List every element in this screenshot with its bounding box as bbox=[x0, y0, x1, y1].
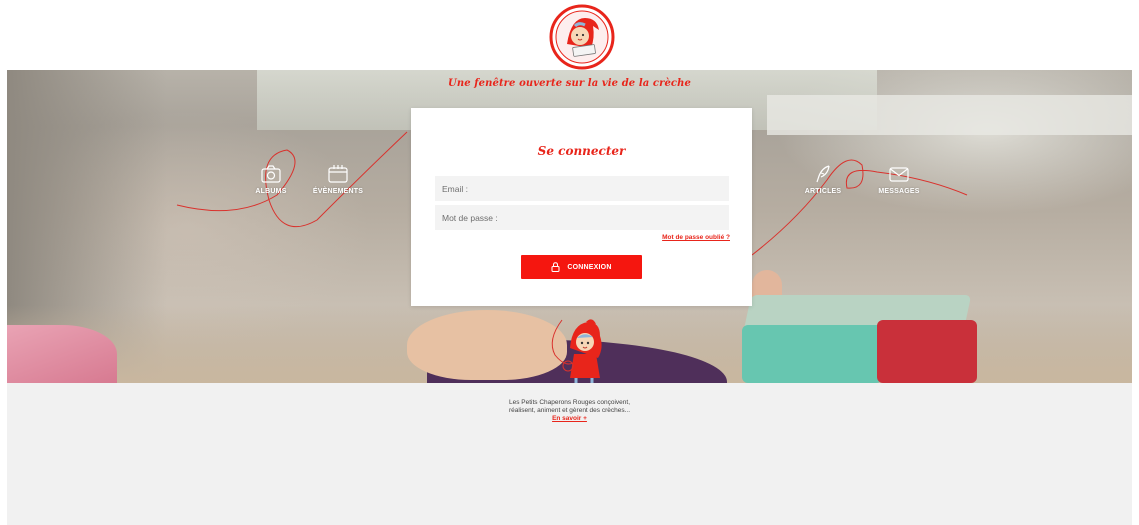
hero-tagline: Une fenêtre ouverte sur la vie de la crè… bbox=[448, 78, 691, 89]
login-title: Se connecter bbox=[537, 144, 626, 158]
forgot-password-link[interactable]: Mot de passe oublié ? bbox=[662, 234, 730, 241]
login-button[interactable]: CONNEXION bbox=[521, 255, 642, 279]
email-field[interactable] bbox=[435, 176, 729, 201]
password-field[interactable] bbox=[435, 205, 729, 230]
footer-line-2: réalisent, animent et gèrent des crèches… bbox=[508, 407, 631, 414]
nav-item-articles[interactable]: ARTICLES bbox=[788, 164, 858, 195]
learn-more-link[interactable]: En savoir + bbox=[552, 415, 587, 423]
brand-logo[interactable] bbox=[549, 4, 615, 70]
footer-description: Les Petits Chaperons Rouges conçoivent, … bbox=[7, 399, 1132, 423]
petits-chaperons-rouges-logo-icon bbox=[549, 4, 615, 70]
nav-item-messages[interactable]: MESSAGES bbox=[864, 164, 934, 195]
nav-label-albums: ALBUMS bbox=[255, 188, 287, 195]
footer-section: Les Petits Chaperons Rouges conçoivent, … bbox=[7, 383, 1132, 525]
mascot-illustration bbox=[562, 318, 606, 389]
calendar-icon bbox=[328, 165, 348, 183]
footer-line-1: Les Petits Chaperons Rouges conçoivent, bbox=[508, 399, 631, 406]
nav-label-articles: ARTICLES bbox=[804, 188, 842, 195]
login-card: Se connecter Mot de passe oublié ? CONNE… bbox=[411, 108, 752, 306]
nav-label-messages: MESSAGES bbox=[878, 188, 920, 195]
login-page: Une fenêtre ouverte sur la vie de la crè… bbox=[0, 0, 1139, 525]
login-button-label: CONNEXION bbox=[567, 263, 612, 271]
red-riding-hood-mascot-icon bbox=[562, 319, 602, 384]
envelope-icon bbox=[889, 167, 909, 182]
lock-icon bbox=[551, 262, 560, 272]
nav-label-evenements: ÉVÈNEMENTS bbox=[312, 188, 364, 195]
camera-icon bbox=[261, 165, 281, 183]
nav-item-albums[interactable]: ALBUMS bbox=[236, 164, 306, 195]
nav-item-evenements[interactable]: ÉVÈNEMENTS bbox=[303, 164, 373, 195]
quill-pen-icon bbox=[816, 165, 830, 183]
